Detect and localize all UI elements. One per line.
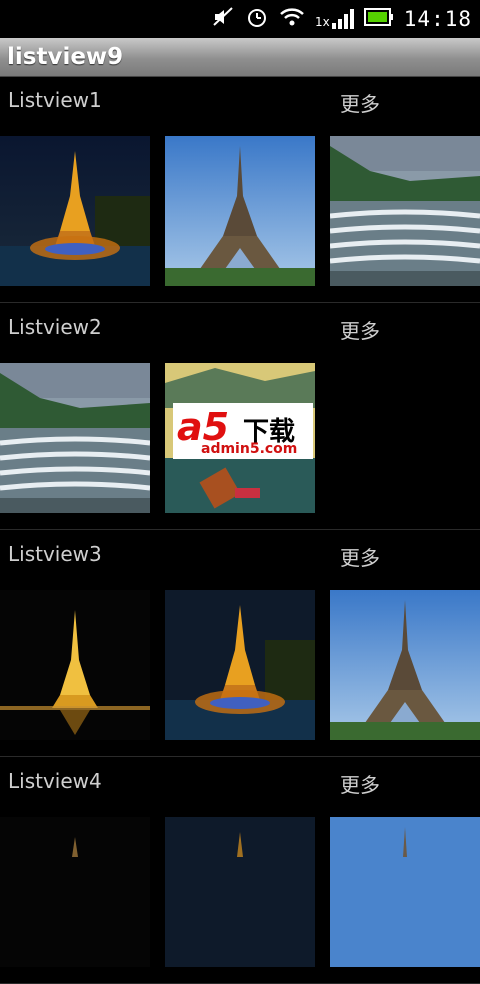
- thumbnail-eiffel-night[interactable]: [0, 136, 150, 286]
- thumbnail-eiffel-day[interactable]: [165, 136, 315, 286]
- status-icons: 1x 14:18: [211, 6, 472, 32]
- thumbnail-waterfall[interactable]: [0, 363, 150, 513]
- thumbnail-eiffel-lights[interactable]: [0, 590, 150, 740]
- mute-icon: [211, 5, 235, 33]
- list-section: Listview3 更多: [0, 530, 480, 757]
- more-link[interactable]: 更多: [340, 315, 380, 344]
- thumbnail-waterfall[interactable]: [330, 136, 480, 286]
- status-bar: 1x 14:18: [0, 0, 480, 38]
- more-link[interactable]: 更多: [340, 88, 380, 117]
- thumbnail-eiffel-night[interactable]: [165, 590, 315, 740]
- alarm-icon: [245, 5, 269, 33]
- section-title: Listview3: [8, 542, 102, 566]
- app-title: listview9: [7, 44, 124, 70]
- ad-watermark: a5 下载 admin5.com: [173, 403, 313, 459]
- battery-icon: [363, 7, 394, 31]
- list-section: Listview4 更多: [0, 757, 480, 984]
- more-link[interactable]: 更多: [340, 542, 380, 571]
- section-list[interactable]: Listview1 更多 Listview2 更多 a5 下载 admin5.c…: [0, 76, 480, 984]
- thumbnail-eiffel-lights[interactable]: [0, 817, 150, 967]
- section-title: Listview2: [8, 315, 102, 339]
- thumbnail-eiffel-night[interactable]: [165, 817, 315, 967]
- list-section: Listview2 更多 a5 下载 admin5.com: [0, 303, 480, 530]
- more-link[interactable]: 更多: [340, 769, 380, 798]
- network-type: 1x: [315, 15, 330, 29]
- watermark-site: admin5.com: [201, 441, 298, 457]
- thumbnail-eiffel-day[interactable]: [330, 590, 480, 740]
- thumbnail-ad-watermark[interactable]: a5 下载 admin5.com: [165, 363, 315, 513]
- section-title: Listview1: [8, 88, 102, 112]
- clock: 14:18: [403, 7, 472, 31]
- signal-icon: 1x: [315, 9, 354, 29]
- list-section: Listview1 更多: [0, 76, 480, 303]
- wifi-icon: [279, 5, 305, 33]
- section-title: Listview4: [8, 769, 102, 793]
- thumbnail-eiffel-day[interactable]: [330, 817, 480, 967]
- title-bar: listview9: [0, 38, 480, 77]
